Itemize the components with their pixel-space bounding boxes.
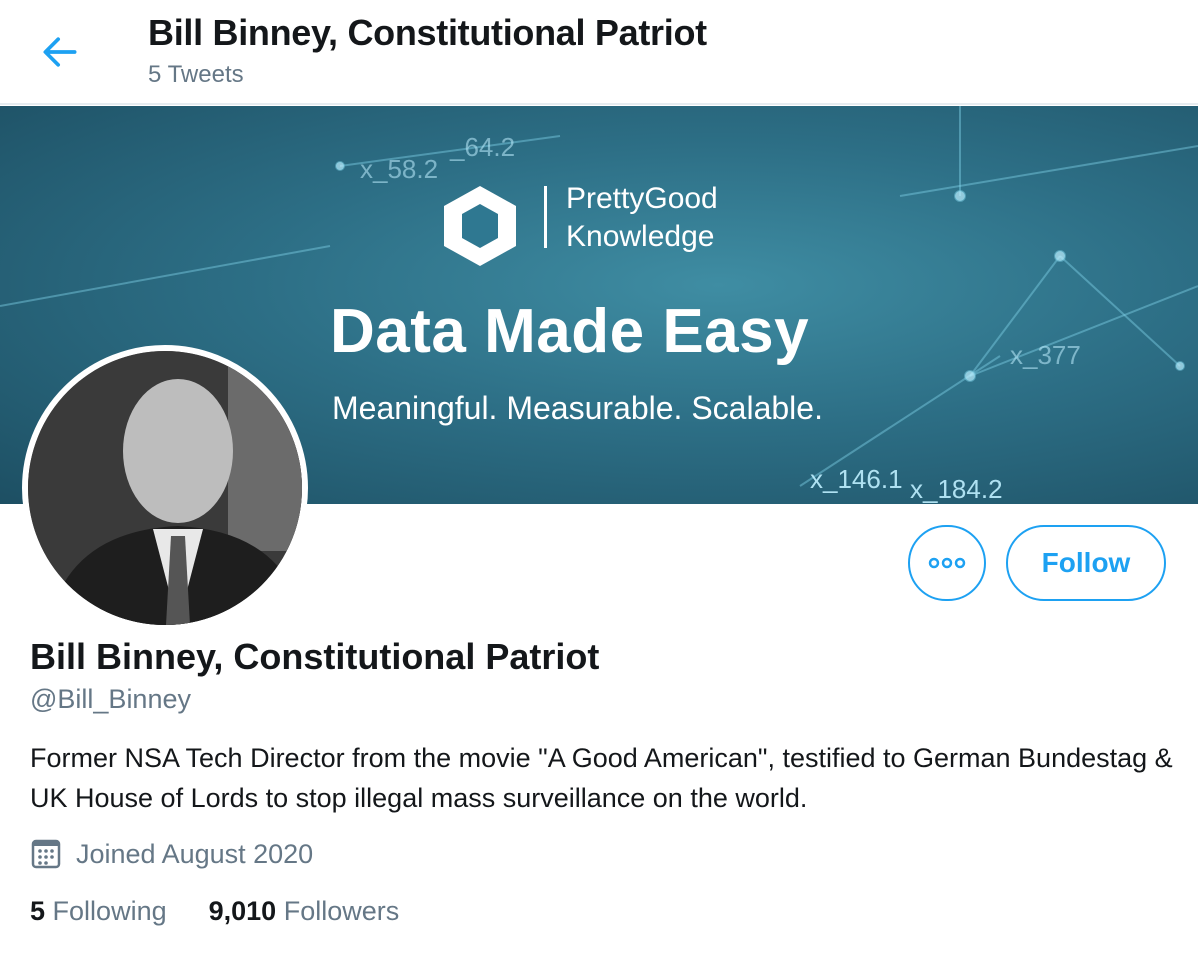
back-button[interactable]	[38, 30, 82, 74]
ellipsis-icon	[928, 557, 966, 569]
tweet-count: 5 Tweets	[148, 61, 244, 88]
profile-bio: Former NSA Tech Director from the movie …	[30, 743, 1173, 813]
follow-stats: 5 Following 9,010 Followers	[30, 896, 399, 927]
header-title: Bill Binney, Constitutional Patriot	[148, 12, 707, 53]
join-date: Joined August 2020	[30, 838, 313, 870]
brand-name: PrettyGood Knowledge	[566, 182, 718, 253]
avatar[interactable]	[22, 345, 308, 631]
arrow-left-icon	[43, 37, 77, 67]
profile-photo	[28, 351, 302, 625]
more-options-button[interactable]	[908, 525, 986, 601]
followers-link[interactable]: 9,010 Followers	[209, 896, 400, 927]
banner-label: x_146.1	[810, 464, 903, 494]
banner-label: _64.2	[449, 132, 515, 162]
logo-divider	[544, 186, 547, 248]
calendar-icon	[31, 839, 61, 869]
banner-label: x_377	[1010, 340, 1081, 370]
prettygood-logo-icon	[444, 186, 516, 266]
banner-tagline: Meaningful. Measurable. Scalable.	[332, 390, 823, 426]
profile-handle: @Bill_Binney	[30, 684, 191, 714]
joined-text: Joined August 2020	[76, 838, 314, 869]
banner-headline: Data Made Easy	[330, 297, 810, 366]
profile-header: Bill Binney, Constitutional Patriot 5 Tw…	[0, 0, 1198, 105]
profile-name: Bill Binney, Constitutional Patriot	[30, 636, 600, 677]
follow-button[interactable]: Follow	[1006, 525, 1166, 601]
following-link[interactable]: 5 Following	[30, 896, 167, 927]
banner-label: x_58.2	[360, 154, 438, 184]
banner-label: x_184.2	[910, 474, 1003, 504]
